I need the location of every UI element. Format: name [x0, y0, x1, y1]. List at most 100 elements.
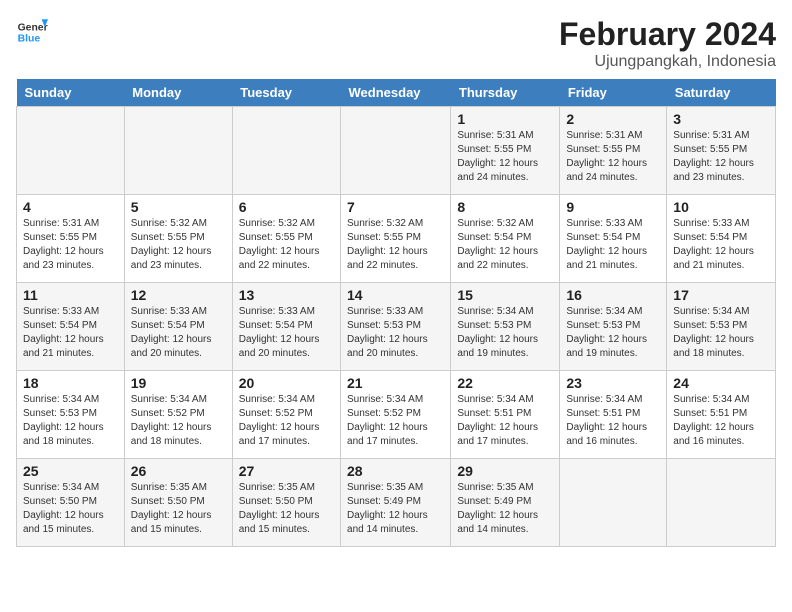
calendar-cell: 25Sunrise: 5:34 AM Sunset: 5:50 PM Dayli…	[17, 459, 125, 547]
day-info: Sunrise: 5:34 AM Sunset: 5:52 PM Dayligh…	[131, 393, 226, 449]
header-area: General Blue February 2024 Ujungpangkah,…	[16, 16, 776, 71]
title-area: February 2024 Ujungpangkah, Indonesia	[559, 16, 776, 71]
day-number: 2	[566, 111, 660, 127]
day-info: Sunrise: 5:34 AM Sunset: 5:51 PM Dayligh…	[457, 393, 553, 449]
day-info: Sunrise: 5:31 AM Sunset: 5:55 PM Dayligh…	[23, 217, 118, 273]
calendar-cell: 26 Sunrise: 5:35 AM Sunset: 5:50 PM Dayli…	[124, 459, 232, 547]
calendar-cell: 5 Sunrise: 5:32 AM Sunset: 5:55 PM Daylig…	[124, 195, 232, 283]
weekday-header: Thursday	[451, 79, 560, 107]
calendar-cell	[17, 107, 125, 195]
day-info: Sunrise: 5:31 AM Sunset: 5:55 PM Dayligh…	[566, 129, 660, 185]
day-number: 27	[239, 463, 334, 479]
weekday-header: Monday	[124, 79, 232, 107]
calendar-cell: 8 Sunrise: 5:32 AM Sunset: 5:54 PM Daylig…	[451, 195, 560, 283]
calendar-cell: 4 Sunrise: 5:31 AM Sunset: 5:55 PM Daylig…	[17, 195, 125, 283]
calendar-cell: 10 Sunrise: 5:33 AM Sunset: 5:54 PM Dayli…	[667, 195, 776, 283]
calendar-cell: 17 Sunrise: 5:34 AM Sunset: 5:53 PM Dayli…	[667, 283, 776, 371]
weekday-header: Sunday	[17, 79, 125, 107]
calendar-cell: 6 Sunrise: 5:32 AM Sunset: 5:55 PM Daylig…	[232, 195, 340, 283]
day-number: 15	[457, 287, 553, 303]
weekday-header: Tuesday	[232, 79, 340, 107]
calendar-cell	[124, 107, 232, 195]
calendar-week-row: 25Sunrise: 5:34 AM Sunset: 5:50 PM Dayli…	[17, 459, 776, 547]
calendar-cell: 14 Sunrise: 5:33 AM Sunset: 5:53 PM Dayli…	[341, 283, 451, 371]
svg-text:General: General	[18, 22, 48, 33]
day-number: 3	[673, 111, 769, 127]
calendar-cell	[341, 107, 451, 195]
logo: General Blue	[16, 16, 48, 48]
day-number: 10	[673, 199, 769, 215]
day-info: Sunrise: 5:32 AM Sunset: 5:55 PM Dayligh…	[131, 217, 226, 273]
calendar-cell: 19 Sunrise: 5:34 AM Sunset: 5:52 PM Dayli…	[124, 371, 232, 459]
calendar-cell: 22 Sunrise: 5:34 AM Sunset: 5:51 PM Dayli…	[451, 371, 560, 459]
day-number: 14	[347, 287, 444, 303]
day-info: Sunrise: 5:33 AM Sunset: 5:53 PM Dayligh…	[347, 305, 444, 361]
calendar-cell: 18 Sunrise: 5:34 AM Sunset: 5:53 PM Dayli…	[17, 371, 125, 459]
calendar-cell: 15 Sunrise: 5:34 AM Sunset: 5:53 PM Dayli…	[451, 283, 560, 371]
day-info: Sunrise: 5:34 AM Sunset: 5:53 PM Dayligh…	[23, 393, 118, 449]
day-info: Sunrise: 5:31 AM Sunset: 5:55 PM Dayligh…	[673, 129, 769, 185]
day-info: Sunrise: 5:31 AM Sunset: 5:55 PM Dayligh…	[457, 129, 553, 185]
day-info: Sunrise: 5:32 AM Sunset: 5:54 PM Dayligh…	[457, 217, 553, 273]
day-number: 13	[239, 287, 334, 303]
day-number: 5	[131, 199, 226, 215]
day-number: 19	[131, 375, 226, 391]
day-number: 4	[23, 199, 118, 215]
weekday-header: Friday	[560, 79, 667, 107]
calendar-cell: 13 Sunrise: 5:33 AM Sunset: 5:54 PM Dayli…	[232, 283, 340, 371]
day-number: 18	[23, 375, 118, 391]
day-info: Sunrise: 5:35 AM Sunset: 5:49 PM Dayligh…	[457, 481, 553, 537]
calendar-cell: 16 Sunrise: 5:34 AM Sunset: 5:53 PM Dayli…	[560, 283, 667, 371]
weekday-header: Wednesday	[341, 79, 451, 107]
day-number: 8	[457, 199, 553, 215]
day-info: Sunrise: 5:34 AM Sunset: 5:53 PM Dayligh…	[673, 305, 769, 361]
calendar-cell: 23 Sunrise: 5:34 AM Sunset: 5:51 PM Dayli…	[560, 371, 667, 459]
day-number: 12	[131, 287, 226, 303]
day-number: 20	[239, 375, 334, 391]
day-info: Sunrise: 5:33 AM Sunset: 5:54 PM Dayligh…	[131, 305, 226, 361]
day-info: Sunrise: 5:33 AM Sunset: 5:54 PM Dayligh…	[239, 305, 334, 361]
calendar-cell: 24Sunrise: 5:34 AM Sunset: 5:51 PM Dayli…	[667, 371, 776, 459]
day-number: 11	[23, 287, 118, 303]
calendar-cell: 1 Sunrise: 5:31 AM Sunset: 5:55 PM Daylig…	[451, 107, 560, 195]
logo-icon: General Blue	[16, 16, 48, 48]
main-title: February 2024	[559, 16, 776, 53]
day-info: Sunrise: 5:34 AM Sunset: 5:51 PM Dayligh…	[566, 393, 660, 449]
day-info: Sunrise: 5:35 AM Sunset: 5:50 PM Dayligh…	[131, 481, 226, 537]
weekday-header-row: SundayMondayTuesdayWednesdayThursdayFrid…	[17, 79, 776, 107]
weekday-header: Saturday	[667, 79, 776, 107]
day-number: 7	[347, 199, 444, 215]
day-info: Sunrise: 5:33 AM Sunset: 5:54 PM Dayligh…	[673, 217, 769, 273]
day-number: 6	[239, 199, 334, 215]
day-info: Sunrise: 5:34 AM Sunset: 5:53 PM Dayligh…	[566, 305, 660, 361]
day-number: 25	[23, 463, 118, 479]
calendar-cell	[667, 459, 776, 547]
calendar-cell: 29Sunrise: 5:35 AM Sunset: 5:49 PM Dayli…	[451, 459, 560, 547]
day-info: Sunrise: 5:34 AM Sunset: 5:51 PM Dayligh…	[673, 393, 769, 449]
day-number: 23	[566, 375, 660, 391]
calendar-cell: 20Sunrise: 5:34 AM Sunset: 5:52 PM Dayli…	[232, 371, 340, 459]
day-info: Sunrise: 5:35 AM Sunset: 5:50 PM Dayligh…	[239, 481, 334, 537]
calendar-cell: 21Sunrise: 5:34 AM Sunset: 5:52 PM Dayli…	[341, 371, 451, 459]
calendar-week-row: 11 Sunrise: 5:33 AM Sunset: 5:54 PM Dayli…	[17, 283, 776, 371]
day-info: Sunrise: 5:32 AM Sunset: 5:55 PM Dayligh…	[239, 217, 334, 273]
calendar-cell: 3 Sunrise: 5:31 AM Sunset: 5:55 PM Daylig…	[667, 107, 776, 195]
svg-text:Blue: Blue	[18, 34, 41, 45]
day-info: Sunrise: 5:32 AM Sunset: 5:55 PM Dayligh…	[347, 217, 444, 273]
calendar-cell	[232, 107, 340, 195]
day-number: 1	[457, 111, 553, 127]
day-number: 16	[566, 287, 660, 303]
calendar-cell: 9Sunrise: 5:33 AM Sunset: 5:54 PM Daylig…	[560, 195, 667, 283]
day-number: 9	[566, 199, 660, 215]
calendar-week-row: 18 Sunrise: 5:34 AM Sunset: 5:53 PM Dayli…	[17, 371, 776, 459]
day-info: Sunrise: 5:34 AM Sunset: 5:53 PM Dayligh…	[457, 305, 553, 361]
calendar-cell: 12 Sunrise: 5:33 AM Sunset: 5:54 PM Dayli…	[124, 283, 232, 371]
day-number: 21	[347, 375, 444, 391]
calendar-week-row: 4 Sunrise: 5:31 AM Sunset: 5:55 PM Daylig…	[17, 195, 776, 283]
day-number: 26	[131, 463, 226, 479]
calendar-cell: 28Sunrise: 5:35 AM Sunset: 5:49 PM Dayli…	[341, 459, 451, 547]
calendar-table: SundayMondayTuesdayWednesdayThursdayFrid…	[16, 79, 776, 547]
day-number: 22	[457, 375, 553, 391]
calendar-cell: 27 Sunrise: 5:35 AM Sunset: 5:50 PM Dayli…	[232, 459, 340, 547]
day-number: 17	[673, 287, 769, 303]
